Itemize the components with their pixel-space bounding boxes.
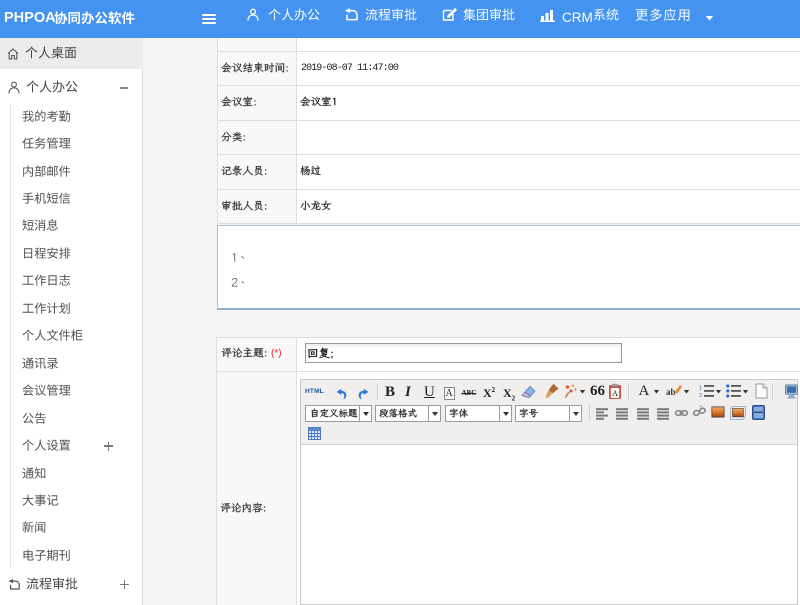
svg-text:2: 2 bbox=[699, 393, 702, 398]
svg-text:ab: ab bbox=[666, 387, 676, 397]
svg-text:A: A bbox=[612, 389, 618, 398]
svg-text:1: 1 bbox=[699, 386, 702, 392]
